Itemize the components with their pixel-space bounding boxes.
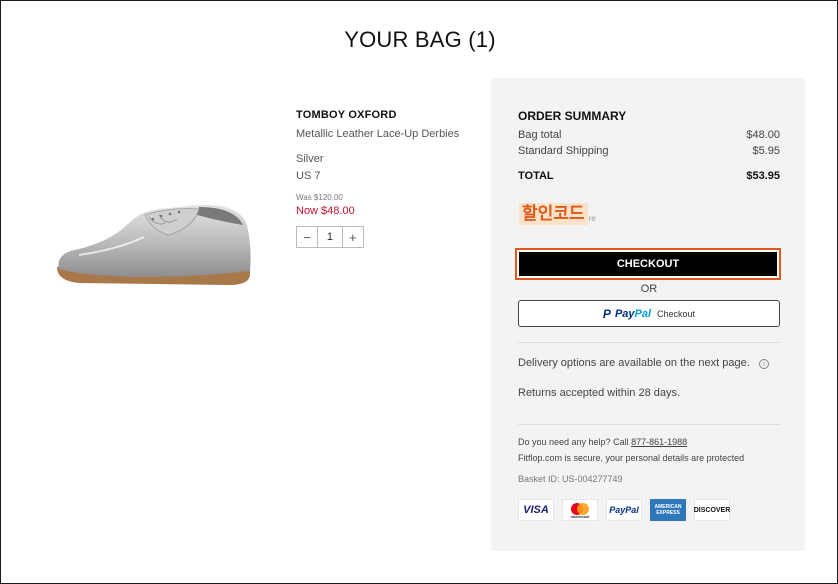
- paypal-pay-text: Pay: [614, 307, 635, 320]
- basket-id: Basket ID: US-004277749: [518, 474, 623, 484]
- info-icon[interactable]: i: [759, 359, 769, 369]
- decrease-quantity-button[interactable]: −: [297, 227, 317, 247]
- promo-code-link[interactable]: 할인코드 re: [519, 203, 596, 225]
- checkout-focus-outline: CHECKOUT: [515, 248, 781, 280]
- product-color: Silver: [296, 153, 324, 165]
- paypal-checkout-label: Checkout: [657, 308, 696, 319]
- product-image[interactable]: [49, 197, 271, 309]
- checkout-button[interactable]: CHECKOUT: [519, 252, 777, 276]
- bag-total-row: Bag total $48.00: [518, 129, 780, 141]
- total-row: TOTAL $53.95: [518, 170, 780, 182]
- shipping-value: $5.95: [752, 145, 780, 157]
- delivery-info-text: Delivery options are available on the ne…: [518, 357, 750, 369]
- shipping-row: Standard Shipping $5.95: [518, 145, 780, 157]
- secure-text: Fitflop.com is secure, your personal det…: [518, 453, 745, 463]
- paypal-pal-text: Pal: [634, 307, 652, 320]
- help-label: Do you need any help? Call: [518, 437, 632, 447]
- cart-page: YOUR BAG (1) TOMBOY OXFORD Metallic Leat…: [0, 0, 838, 584]
- help-phone-link[interactable]: 877-861-1988: [631, 437, 687, 447]
- amex-icon: AMERICAN EXPRESS: [650, 499, 686, 521]
- bag-total-label: Bag total: [518, 129, 562, 141]
- or-separator: OR: [640, 283, 658, 295]
- quantity-value[interactable]: 1: [317, 227, 343, 247]
- order-summary-panel: ORDER SUMMARY Bag total $48.00 Standard …: [491, 78, 805, 551]
- total-label: TOTAL: [518, 170, 554, 182]
- product-size: US 7: [296, 170, 321, 182]
- divider: [518, 342, 780, 343]
- now-price: Now $48.00: [296, 205, 355, 217]
- product-description: Metallic Leather Lace-Up Derbies: [296, 128, 460, 140]
- page-title: YOUR BAG (1): [344, 27, 496, 52]
- paypal-logo-icon: P: [602, 306, 611, 321]
- order-summary-title: ORDER SUMMARY: [518, 109, 627, 123]
- silver-shoe-image: [57, 204, 251, 285]
- discover-icon: DISCOVER: [694, 499, 730, 521]
- promo-code-label[interactable]: 할인코드: [519, 203, 588, 225]
- promo-code-suffix: re: [588, 214, 596, 223]
- mastercard-text: mastercard: [571, 515, 590, 519]
- shipping-label: Standard Shipping: [518, 145, 609, 157]
- divider: [518, 424, 780, 425]
- product-info: TOMBOY OXFORD Metallic Leather Lace-Up D…: [296, 109, 476, 248]
- paypal-wordmark: PayPal: [615, 308, 651, 320]
- bag-total-value: $48.00: [746, 129, 780, 141]
- mastercard-icon: mastercard: [562, 499, 598, 521]
- payment-methods: VISA mastercard PayPal AMERICAN EXPRESS …: [518, 499, 730, 521]
- visa-icon: VISA: [518, 499, 554, 521]
- product-name[interactable]: TOMBOY OXFORD: [296, 109, 476, 121]
- returns-info-text: Returns accepted within 28 days.: [518, 387, 681, 399]
- was-price: Was $120.00: [296, 193, 343, 202]
- help-text: Do you need any help? Call 877-861-1988: [518, 437, 687, 447]
- paypal-card-icon: PayPal: [606, 499, 642, 521]
- total-value: $53.95: [746, 170, 780, 182]
- mastercard-logo-icon: mastercard: [571, 503, 590, 519]
- quantity-stepper: − 1 +: [296, 226, 364, 248]
- paypal-checkout-button[interactable]: P PayPal Checkout: [518, 300, 780, 327]
- increase-quantity-button[interactable]: +: [343, 227, 363, 247]
